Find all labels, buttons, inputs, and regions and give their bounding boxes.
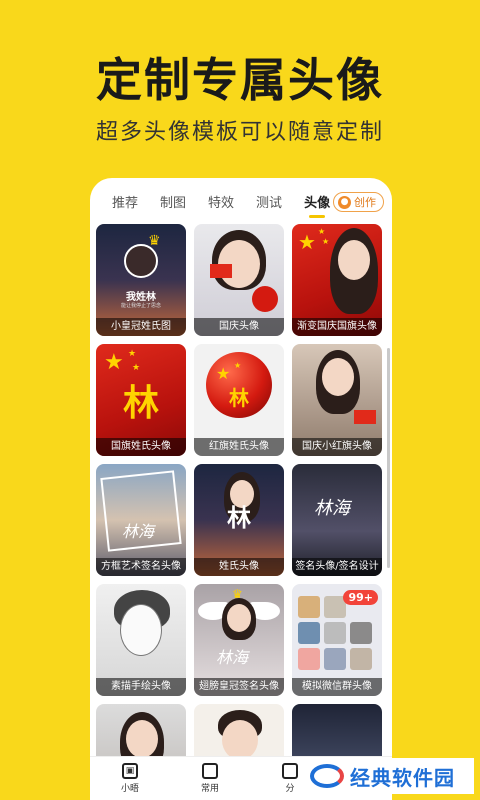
tab-tests[interactable]: 测试 — [256, 192, 282, 211]
art-text: 林 — [122, 382, 159, 424]
nav-item-home[interactable]: ▣ 小晤 — [90, 757, 170, 800]
art-text: 林 — [229, 386, 249, 410]
nav-label: 小晤 — [120, 784, 139, 794]
promo-subtitle: 超多头像模板可以随意定制 — [95, 120, 384, 145]
box-icon: ▣ — [122, 763, 138, 779]
template-card[interactable]: 素描手绘头像 — [96, 584, 186, 696]
create-button-label: 创作 — [354, 196, 376, 209]
template-label: 翅膀皇冠签名头像 — [194, 678, 284, 696]
template-grid: ♛ 我姓林 能让我停止了思念 小皇冠姓氏图 国庆头像 ★ ★ ★ 渐变国庆国旗头… — [96, 224, 390, 800]
watermark: 经典软件园 — [306, 758, 474, 794]
template-card[interactable]: ♛ 我姓林 能让我停止了思念 小皇冠姓氏图 — [96, 224, 186, 336]
create-button[interactable]: ● 创作 — [333, 192, 384, 212]
tab-effects[interactable]: 特效 — [208, 192, 234, 211]
template-label: 模拟微信群头像 — [292, 678, 382, 696]
art-text: 林海 — [122, 522, 155, 541]
template-card[interactable]: 林 姓氏头像 — [194, 464, 284, 576]
template-label: 小皇冠姓氏图 — [96, 318, 186, 336]
template-label: 国旗姓氏头像 — [96, 438, 186, 456]
bulb-icon: ● — [338, 195, 351, 209]
nav-item-common[interactable]: 常用 — [170, 757, 250, 800]
watermark-text: 经典软件园 — [350, 765, 455, 790]
template-card[interactable]: 林海 方框艺术签名头像 — [96, 464, 186, 576]
nav-label: 分 — [285, 784, 295, 794]
template-card[interactable]: 林海 签名头像/签名设计 — [292, 464, 382, 576]
template-label: 素描手绘头像 — [96, 678, 186, 696]
template-label: 姓氏头像 — [194, 558, 284, 576]
unread-badge: 99+ — [343, 590, 378, 605]
template-card[interactable]: 99+ 模拟微信群头像 — [292, 584, 382, 696]
promo-title: 定制专属头像 — [96, 53, 384, 107]
tab-avatar[interactable]: 头像 — [304, 192, 330, 218]
template-card[interactable]: 国庆小红旗头像 — [292, 344, 382, 456]
template-label: 国庆小红旗头像 — [292, 438, 382, 456]
template-card[interactable]: ★ ★ ★ 林 国旗姓氏头像 — [96, 344, 186, 456]
template-card[interactable]: 国庆头像 — [194, 224, 284, 336]
art-subtext: 能让我停止了思念 — [120, 303, 161, 309]
art-text: 林 — [227, 503, 251, 532]
template-label: 红旗姓氏头像 — [194, 438, 284, 456]
phone-screen: 推荐 制图 特效 测试 头像 ● 创作 ♛ 我姓林 能让我停止了思念 小皇冠姓氏… — [90, 178, 392, 800]
template-card[interactable]: ♛ 林海 翅膀皇冠签名头像 — [194, 584, 284, 696]
template-label: 渐变国庆国旗头像 — [292, 318, 382, 336]
watermark-logo-icon — [310, 762, 344, 790]
share-icon — [282, 763, 298, 779]
tab-recommend[interactable]: 推荐 — [112, 192, 138, 211]
art-text: 我姓林 — [126, 292, 156, 303]
template-card[interactable]: ★ ★ 林 红旗姓氏头像 — [194, 344, 284, 456]
scrollbar[interactable] — [387, 348, 390, 568]
tab-drawing[interactable]: 制图 — [160, 192, 186, 211]
art-text: 林海 — [216, 648, 249, 667]
art-text: 林海 — [314, 498, 350, 519]
template-card[interactable]: ★ ★ ★ 渐变国庆国旗头像 — [292, 224, 382, 336]
nav-label: 常用 — [200, 784, 219, 794]
template-label: 签名头像/签名设计 — [292, 558, 382, 576]
template-label: 方框艺术签名头像 — [96, 558, 186, 576]
toolbox-icon — [202, 763, 218, 779]
template-label: 国庆头像 — [194, 318, 284, 336]
